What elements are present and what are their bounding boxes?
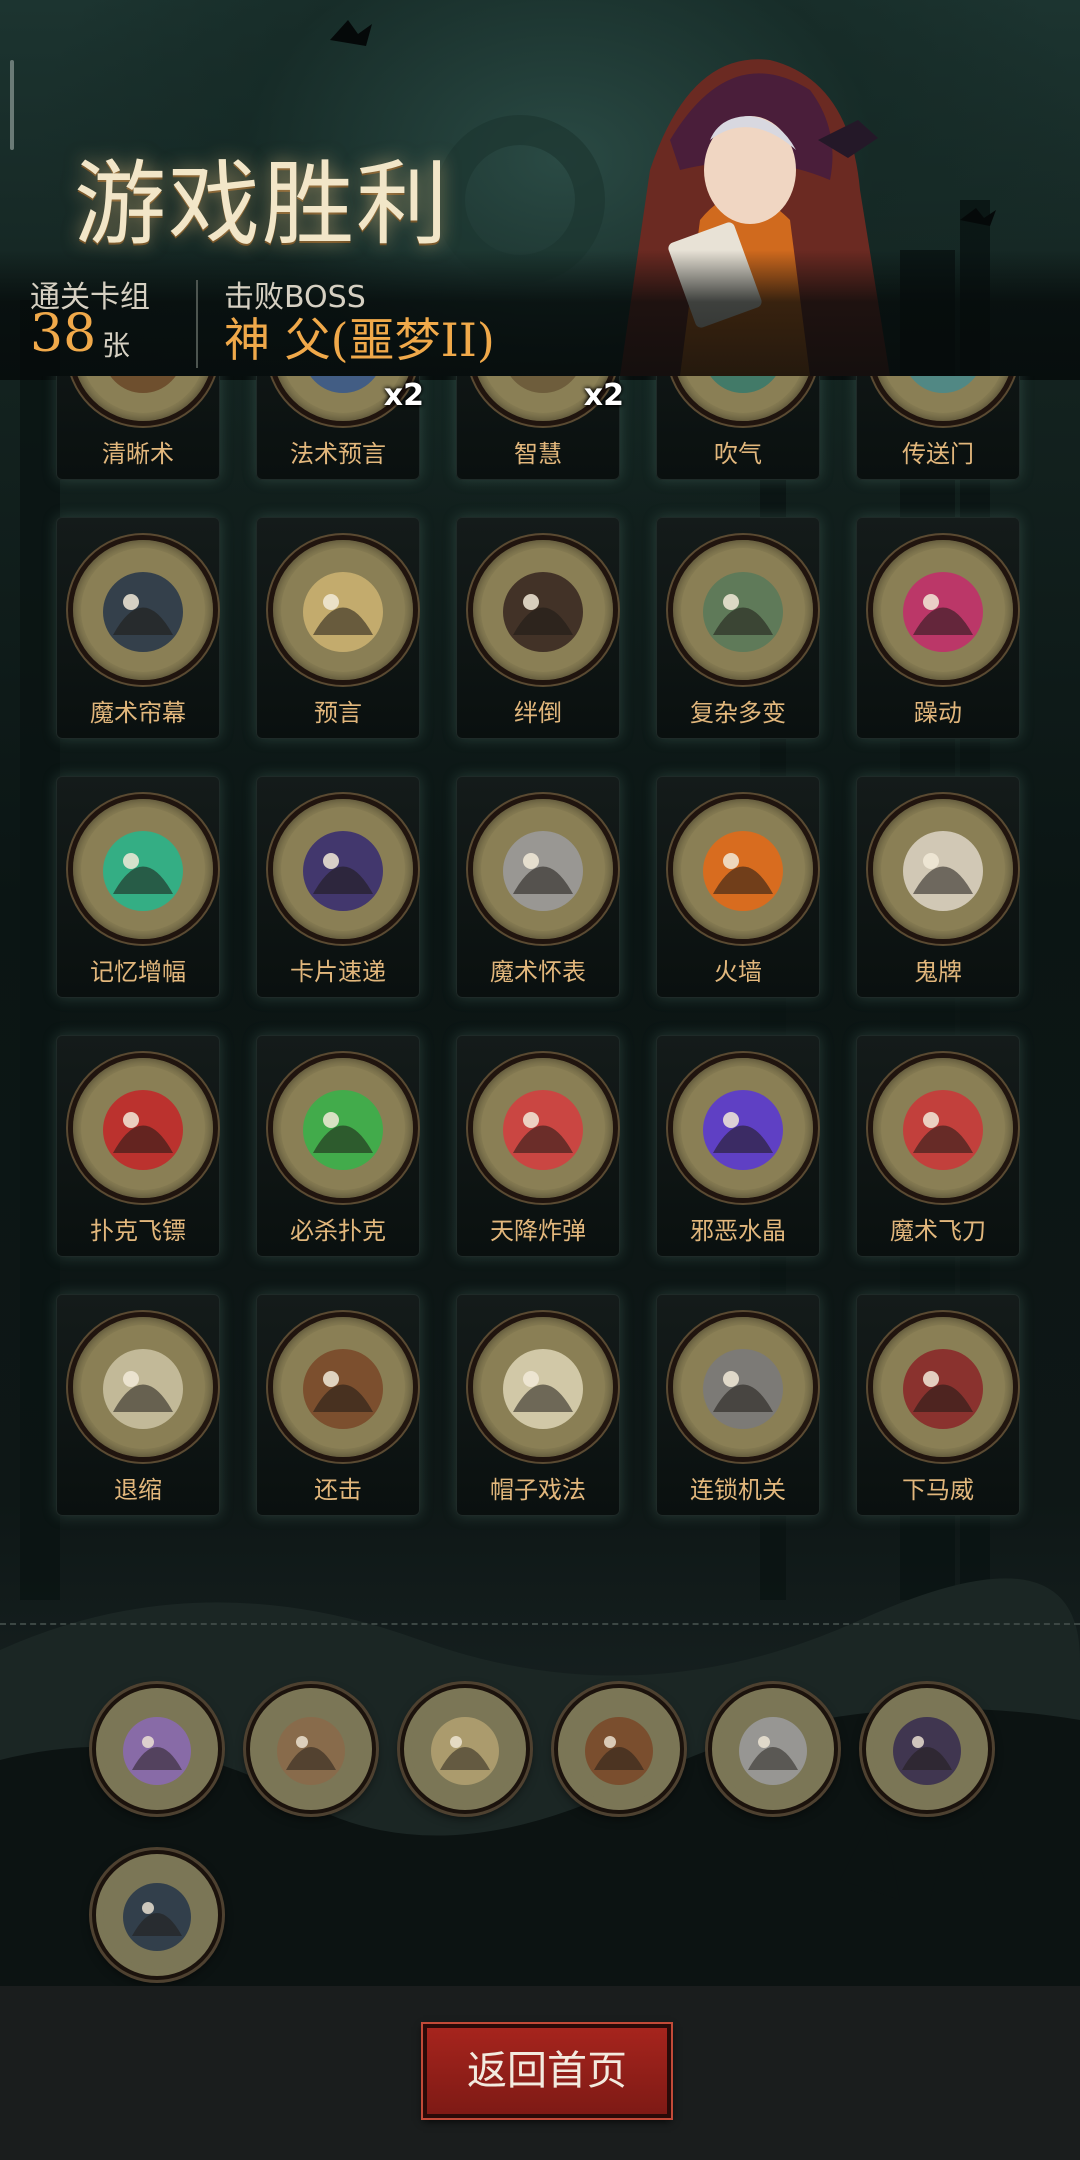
skill-card[interactable]: 连锁机关 — [656, 1294, 820, 1516]
card-count-badge: x2 — [383, 378, 424, 413]
card-name: 躁动 — [914, 699, 962, 727]
skill-card[interactable]: 帽子戏法 — [456, 1294, 620, 1516]
flying-card-icon — [268, 794, 418, 944]
tangle-icon — [668, 535, 818, 685]
crystal-icon — [668, 1053, 818, 1203]
card-name: 退缩 — [114, 1476, 162, 1504]
clown-icon — [868, 1053, 1018, 1203]
skill-card[interactable]: 扑克飞镖 — [56, 1035, 220, 1257]
scroll-indicator — [10, 60, 14, 150]
boss-name: 神 父(噩梦II) — [224, 313, 495, 367]
skill-card[interactable]: 魔术帘幕 — [56, 517, 220, 739]
card-name: 必杀扑克 — [290, 1217, 386, 1245]
deck-unit: 张 — [102, 329, 131, 362]
hooded-card-master-relic-icon[interactable] — [92, 1850, 222, 1980]
boot-icon — [468, 535, 618, 685]
brain-icon — [68, 794, 218, 944]
card-name: 魔术飞刀 — [890, 1217, 986, 1245]
skill-card[interactable]: 清晰术 — [56, 376, 220, 480]
skill-card[interactable]: 魔术怀表 — [456, 776, 620, 998]
card-name: 预言 — [314, 699, 362, 727]
curtain-icon — [68, 535, 218, 685]
stats-band — [0, 250, 1080, 380]
skill-card[interactable]: 下马威 — [856, 1294, 1020, 1516]
card-name: 还击 — [314, 1476, 362, 1504]
return-home-button[interactable]: 返回首页 — [423, 2024, 671, 2118]
skill-card[interactable]: 退缩 — [56, 1294, 220, 1516]
card-name: 清晰术 — [102, 440, 174, 468]
skill-card[interactable]: 吹气 — [656, 376, 820, 480]
holy-book-relic-icon[interactable] — [554, 1684, 684, 1814]
skill-card[interactable]: 必杀扑克 — [256, 1035, 420, 1257]
card-name: 智慧 — [514, 440, 562, 468]
card-name: 卡片速递 — [290, 958, 386, 986]
bear-strike-icon — [868, 1312, 1018, 1462]
rabbit-hat-icon — [468, 1312, 618, 1462]
skill-card[interactable]: 火墙 — [656, 776, 820, 998]
retreat-icon — [68, 1312, 218, 1462]
card-name: 记忆增幅 — [90, 958, 186, 986]
skill-card[interactable]: 鬼牌 — [856, 776, 1020, 998]
victory-title: 游戏胜利 — [74, 151, 451, 258]
skull-card-icon — [868, 794, 1018, 944]
skill-card[interactable]: 天降炸弹 — [456, 1035, 620, 1257]
skill-card[interactable]: 记忆增幅 — [56, 776, 220, 998]
fire-wall-icon — [668, 794, 818, 944]
skill-card[interactable]: 预言 — [256, 517, 420, 739]
skill-card[interactable]: 邪恶水晶 — [656, 1035, 820, 1257]
trap-icon — [668, 1312, 818, 1462]
card-name: 绊倒 — [514, 699, 562, 727]
card-name: 帽子戏法 — [490, 1476, 586, 1504]
vampire-relic-icon[interactable] — [862, 1684, 992, 1814]
card-grid: 清晰术 法术预言 x2 智慧 x2 吹气 传送门魔术帘幕 预言 绊倒 复杂多变 躁动记忆增幅 卡片速递… — [0, 376, 1080, 1530]
stats-divider — [196, 280, 198, 368]
skill-card[interactable]: 绊倒 — [456, 517, 620, 739]
card-dart-icon — [68, 1053, 218, 1203]
card-name: 连锁机关 — [690, 1476, 786, 1504]
card-name: 天降炸弹 — [490, 1217, 586, 1245]
deck-count: 38 — [30, 304, 97, 364]
victory-header: 游戏胜利 通关卡组 38 张 击败BOSS 神 父(噩梦II) — [0, 0, 1080, 380]
card-name: 邪恶水晶 — [690, 1217, 786, 1245]
pocket-watch-icon — [468, 794, 618, 944]
skill-card[interactable]: 魔术飞刀 — [856, 1035, 1020, 1257]
cloaked-figure-icon — [68, 376, 218, 426]
card-name: 魔术怀表 — [490, 958, 586, 986]
killer-card-icon — [268, 1053, 418, 1203]
portal-icon — [868, 376, 1018, 426]
shackled-hands-relic-icon[interactable] — [246, 1684, 376, 1814]
balloon-bomb-icon — [468, 1053, 618, 1203]
skill-card[interactable]: 躁动 — [856, 517, 1020, 739]
frenzy-icon — [868, 535, 1018, 685]
section-divider — [0, 1623, 1080, 1625]
skill-card[interactable]: 复杂多变 — [656, 517, 820, 739]
skill-card[interactable]: 传送门 — [856, 376, 1020, 480]
card-name: 下马威 — [902, 1476, 974, 1504]
card-name: 魔术帘幕 — [90, 699, 186, 727]
skill-card[interactable]: 智慧 x2 — [456, 376, 624, 480]
claw-relic-icon[interactable] — [708, 1684, 838, 1814]
skill-card[interactable]: 卡片速递 — [256, 776, 420, 998]
skill-card[interactable]: 法术预言 x2 — [256, 376, 424, 480]
octopus-relic-icon[interactable] — [92, 1684, 222, 1814]
card-name: 法术预言 — [290, 440, 386, 468]
counter-attack-icon — [268, 1312, 418, 1462]
wind-icon — [668, 376, 818, 426]
skill-card[interactable]: 还击 — [256, 1294, 420, 1516]
card-name: 火墙 — [714, 958, 762, 986]
crossbow-relic-icon[interactable] — [400, 1684, 530, 1814]
card-name: 扑克飞镖 — [90, 1217, 186, 1245]
card-count-badge: x2 — [583, 378, 624, 413]
card-name: 复杂多变 — [690, 699, 786, 727]
sage-icon — [268, 535, 418, 685]
card-name: 传送门 — [902, 440, 974, 468]
card-name: 吹气 — [714, 440, 762, 468]
card-name: 鬼牌 — [914, 958, 962, 986]
